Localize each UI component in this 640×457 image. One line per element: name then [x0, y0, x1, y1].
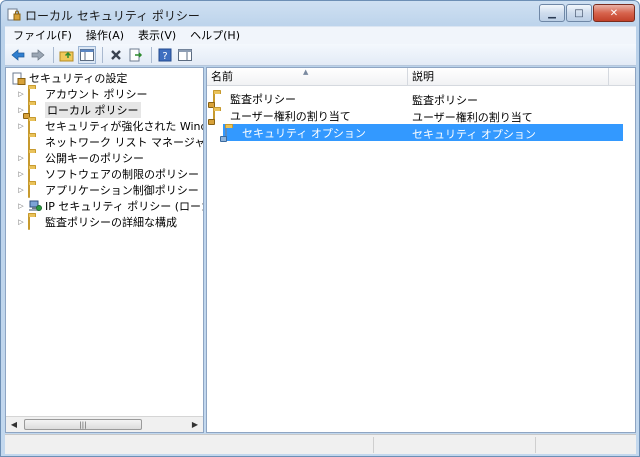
tree-item-advanced-audit[interactable]: ▷ 監査ポリシーの詳細な構成: [16, 214, 177, 230]
list-item[interactable]: 監査ポリシー 監査ポリシー: [207, 90, 625, 108]
result-pane[interactable]: 名前 ▲ 説明 監査ポリシー 監査ポリシー ユーザー権利の割り当て ユーザー権利…: [206, 67, 636, 433]
expand-arrow-icon[interactable]: ▷: [16, 169, 26, 179]
list-item-selected[interactable]: セキュリティ オプション セキュリティ オプション: [220, 124, 623, 142]
console-tree-icon: [80, 48, 94, 61]
tree-item-software-restriction[interactable]: ▷ ソフトウェアの制限のポリシー: [16, 166, 199, 182]
status-segment: [373, 437, 374, 453]
tree-root[interactable]: セキュリティの設定: [10, 70, 127, 86]
tree-item-label: アプリケーション制御ポリシー: [45, 184, 199, 197]
expand-arrow-icon[interactable]: ▷: [16, 217, 26, 227]
folder-lock-icon: [208, 92, 215, 108]
forward-arrow-icon: [31, 48, 45, 61]
column-header-description[interactable]: 説明: [408, 68, 608, 86]
tree-item-account-policy[interactable]: ▷ アカウント ポリシー: [16, 86, 148, 102]
maximize-button[interactable]: □: [566, 4, 592, 22]
tree-item-label: 監査ポリシーの詳細な構成: [45, 216, 177, 229]
maximize-icon: □: [574, 7, 584, 19]
toolbar: ?: [5, 44, 636, 66]
tree-item-label: IP セキュリティ ポリシー (ローカル: [45, 200, 203, 213]
tree-item-windows-firewall[interactable]: ▷ セキュリティが強化された Windows: [16, 118, 203, 134]
list-item-name: 監査ポリシー: [230, 93, 296, 106]
menu-view[interactable]: 表示(V): [130, 27, 182, 45]
close-icon: ✕: [609, 7, 619, 19]
ipsec-icon: [29, 200, 42, 211]
folder-icon: [28, 119, 30, 134]
show-action-pane-button[interactable]: [176, 46, 194, 64]
folder-lock-icon: [208, 109, 215, 125]
tree-item-application-control[interactable]: ▷ アプリケーション制御ポリシー: [16, 182, 199, 198]
show-hide-tree-button[interactable]: [78, 45, 96, 64]
tree-item-label: アカウント ポリシー: [45, 88, 148, 101]
tree-item-network-list-manager[interactable]: ネットワーク リスト マネージャー ポ: [16, 134, 203, 150]
menu-help[interactable]: ヘルプ(H): [182, 27, 246, 45]
close-button[interactable]: ✕: [593, 4, 635, 22]
tree-item-label: 公開キーのポリシー: [45, 152, 144, 165]
security-policy-icon: [7, 8, 21, 21]
tree-item-local-policy[interactable]: ▷ ローカル ポリシー: [16, 102, 141, 119]
scroll-left-icon[interactable]: ◀: [6, 417, 22, 432]
expand-arrow-icon[interactable]: ▷: [16, 121, 26, 131]
delete-button[interactable]: [107, 46, 125, 64]
tree-item-label: ネットワーク リスト マネージャー ポ: [45, 136, 203, 149]
status-bar: [5, 434, 636, 454]
list-item-description: セキュリティ オプション: [412, 128, 536, 141]
list-item-name: ユーザー権利の割り当て: [230, 110, 351, 123]
scroll-right-icon[interactable]: ▶: [187, 417, 203, 432]
folder-lock-icon: [23, 103, 30, 119]
horizontal-scrollbar[interactable]: ◀ ||| ▶: [6, 416, 203, 432]
folder-icon: [28, 167, 30, 182]
folder-icon: [28, 215, 30, 230]
title-bar[interactable]: ローカル セキュリティ ポリシー ▁ □ ✕: [1, 1, 639, 27]
tree-item-label: ローカル ポリシー: [45, 102, 141, 118]
window-title: ローカル セキュリティ ポリシー: [25, 9, 200, 23]
expand-arrow-icon[interactable]: ▷: [16, 201, 26, 211]
up-level-button[interactable]: [58, 46, 76, 64]
list-item-description: ユーザー権利の割り当て: [412, 111, 533, 124]
help-icon: ?: [158, 48, 172, 62]
folder-up-icon: [59, 51, 74, 61]
expand-arrow-icon[interactable]: ▷: [16, 89, 26, 99]
folder-icon: [28, 183, 30, 198]
back-button[interactable]: [9, 46, 27, 64]
tree-root-label: セキュリティの設定: [29, 72, 128, 85]
folder-icon: [28, 151, 30, 166]
svg-text:?: ?: [162, 51, 167, 62]
status-segment: [535, 437, 536, 453]
menu-file[interactable]: ファイル(F): [5, 27, 78, 45]
forward-button[interactable]: [29, 46, 47, 64]
toolbar-separator: [102, 46, 103, 63]
help-button[interactable]: ?: [156, 46, 174, 64]
tree-item-public-key-policy[interactable]: ▷ 公開キーのポリシー: [16, 150, 144, 166]
main-window: ローカル セキュリティ ポリシー ▁ □ ✕ ファイル(F) 操作(A) 表示(…: [0, 0, 640, 457]
security-settings-icon: [12, 72, 26, 85]
list-item-description: 監査ポリシー: [412, 94, 478, 107]
scrollbar-thumb[interactable]: |||: [24, 419, 142, 430]
back-arrow-icon: [11, 48, 25, 61]
sort-ascending-icon: ▲: [303, 68, 309, 76]
tree-item-ip-security[interactable]: ▷ IP セキュリティ ポリシー (ローカル: [16, 198, 203, 214]
toolbar-separator: [151, 46, 152, 63]
folder-icon: [28, 87, 30, 102]
action-pane-icon: [178, 48, 192, 61]
console-tree-pane[interactable]: セキュリティの設定 ▷ アカウント ポリシー ▷ ローカル ポリシー ▷ セキュ…: [5, 67, 204, 433]
list-item[interactable]: ユーザー権利の割り当て ユーザー権利の割り当て: [207, 107, 625, 125]
tree-item-label: セキュリティが強化された Windows: [45, 120, 203, 133]
menu-action[interactable]: 操作(A): [78, 27, 130, 45]
export-list-button[interactable]: [127, 46, 145, 64]
toolbar-separator: [53, 46, 54, 63]
folder-icon: [28, 135, 30, 150]
expand-arrow-icon[interactable]: ▷: [16, 153, 26, 163]
export-list-icon: [129, 48, 143, 61]
column-divider[interactable]: [608, 68, 609, 86]
minimize-icon: ▁: [548, 7, 556, 19]
menu-bar: ファイル(F) 操作(A) 表示(V) ヘルプ(H): [5, 26, 636, 44]
console-tree: セキュリティの設定 ▷ アカウント ポリシー ▷ ローカル ポリシー ▷ セキュ…: [6, 68, 203, 416]
delete-x-icon: [111, 49, 121, 60]
minimize-button[interactable]: ▁: [539, 4, 565, 22]
tree-item-label: ソフトウェアの制限のポリシー: [45, 168, 199, 181]
list-item-name: セキュリティ オプション: [242, 127, 366, 140]
folder-lock-icon: [220, 126, 227, 142]
expand-arrow-icon[interactable]: ▷: [16, 185, 26, 195]
list-header: 名前 ▲ 説明: [207, 68, 635, 86]
